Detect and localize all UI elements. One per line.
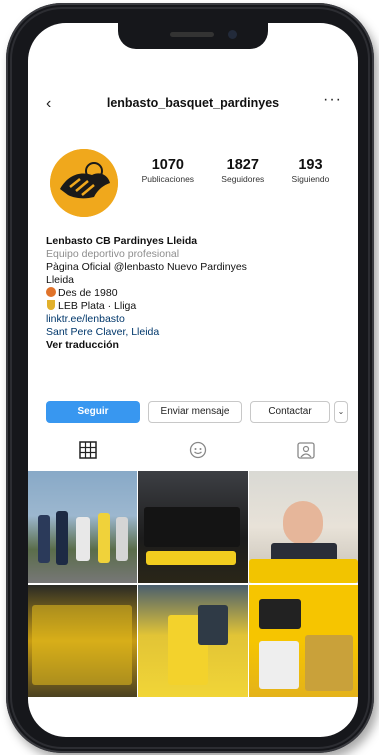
bio-category: Equipo deportivo profesional <box>46 248 180 260</box>
grid-icon[interactable] <box>78 441 98 459</box>
following-value: 193 <box>298 157 323 173</box>
bio-line-founded: Des de 1980 <box>46 287 346 300</box>
posts-value: 1070 <box>151 157 184 173</box>
followers-label: Seguidores <box>221 174 265 184</box>
reels-icon[interactable] <box>188 441 208 459</box>
profile-username: lenbasto_basquet_pardinyes <box>106 96 280 110</box>
bio-line-league: LEB Plata · Lliga <box>46 300 346 313</box>
front-camera <box>228 30 237 39</box>
posts-label: Publicaciones <box>141 174 195 184</box>
post-thumbnail[interactable] <box>138 585 248 697</box>
following-count[interactable]: 193 Siguiendo <box>292 157 330 184</box>
bio-link[interactable]: linktr.ee/lenbasto <box>46 313 346 326</box>
followers-value: 1827 <box>226 157 259 173</box>
see-translation[interactable]: Ver traducción <box>46 339 346 352</box>
message-button[interactable]: Enviar mensaje <box>148 401 242 423</box>
bio-line-description: Pàgina Oficial @lenbasto Nuevo Pardinyes <box>46 261 247 273</box>
profile-bio: Lenbasto CB Pardinyes Lleida Equipo depo… <box>46 235 346 352</box>
bio-line-city: Lleida <box>46 274 75 286</box>
profile-actions: Seguir Enviar mensaje Contactar ⌄ <box>46 401 348 423</box>
follow-button[interactable]: Seguir <box>46 401 140 423</box>
notch <box>118 23 268 49</box>
bio-league-text: LEB Plata · Lliga <box>58 300 137 312</box>
speaker <box>170 32 214 37</box>
team-logo-icon <box>50 149 118 217</box>
tagged-icon[interactable] <box>296 441 316 459</box>
posts-grid <box>28 471 358 731</box>
post-thumbnail[interactable] <box>249 471 358 583</box>
more-horizontal-icon[interactable]: ··· <box>323 91 342 109</box>
phone-frame: ‹ lenbasto_basquet_pardinyes ··· 1070 Pu… <box>6 3 374 753</box>
profile-tabs <box>28 437 358 465</box>
post-thumbnail[interactable] <box>138 471 248 583</box>
following-label: Siguiendo <box>291 174 330 184</box>
post-thumbnail[interactable] <box>28 585 137 697</box>
basketball-icon <box>46 287 56 297</box>
post-thumbnail[interactable] <box>249 585 358 697</box>
chevron-down-icon[interactable]: ⌄ <box>334 401 348 423</box>
profile-header: ‹ lenbasto_basquet_pardinyes ··· <box>28 91 358 119</box>
bio-founded-text: Des de 1980 <box>58 287 118 299</box>
trophy-icon <box>47 300 55 310</box>
post-thumbnail[interactable] <box>28 471 137 583</box>
bio-name: Lenbasto CB Pardinyes Lleida <box>46 235 198 247</box>
avatar[interactable] <box>50 149 118 217</box>
posts-count[interactable]: 1070 Publicaciones <box>142 157 194 184</box>
profile-stats: 1070 Publicaciones 1827 Seguidores 193 S… <box>128 157 343 184</box>
bio-location[interactable]: Sant Pere Claver, Lleida <box>46 326 346 339</box>
contact-button[interactable]: Contactar <box>250 401 330 423</box>
screen: ‹ lenbasto_basquet_pardinyes ··· 1070 Pu… <box>28 23 358 737</box>
followers-count[interactable]: 1827 Seguidores <box>221 157 264 184</box>
